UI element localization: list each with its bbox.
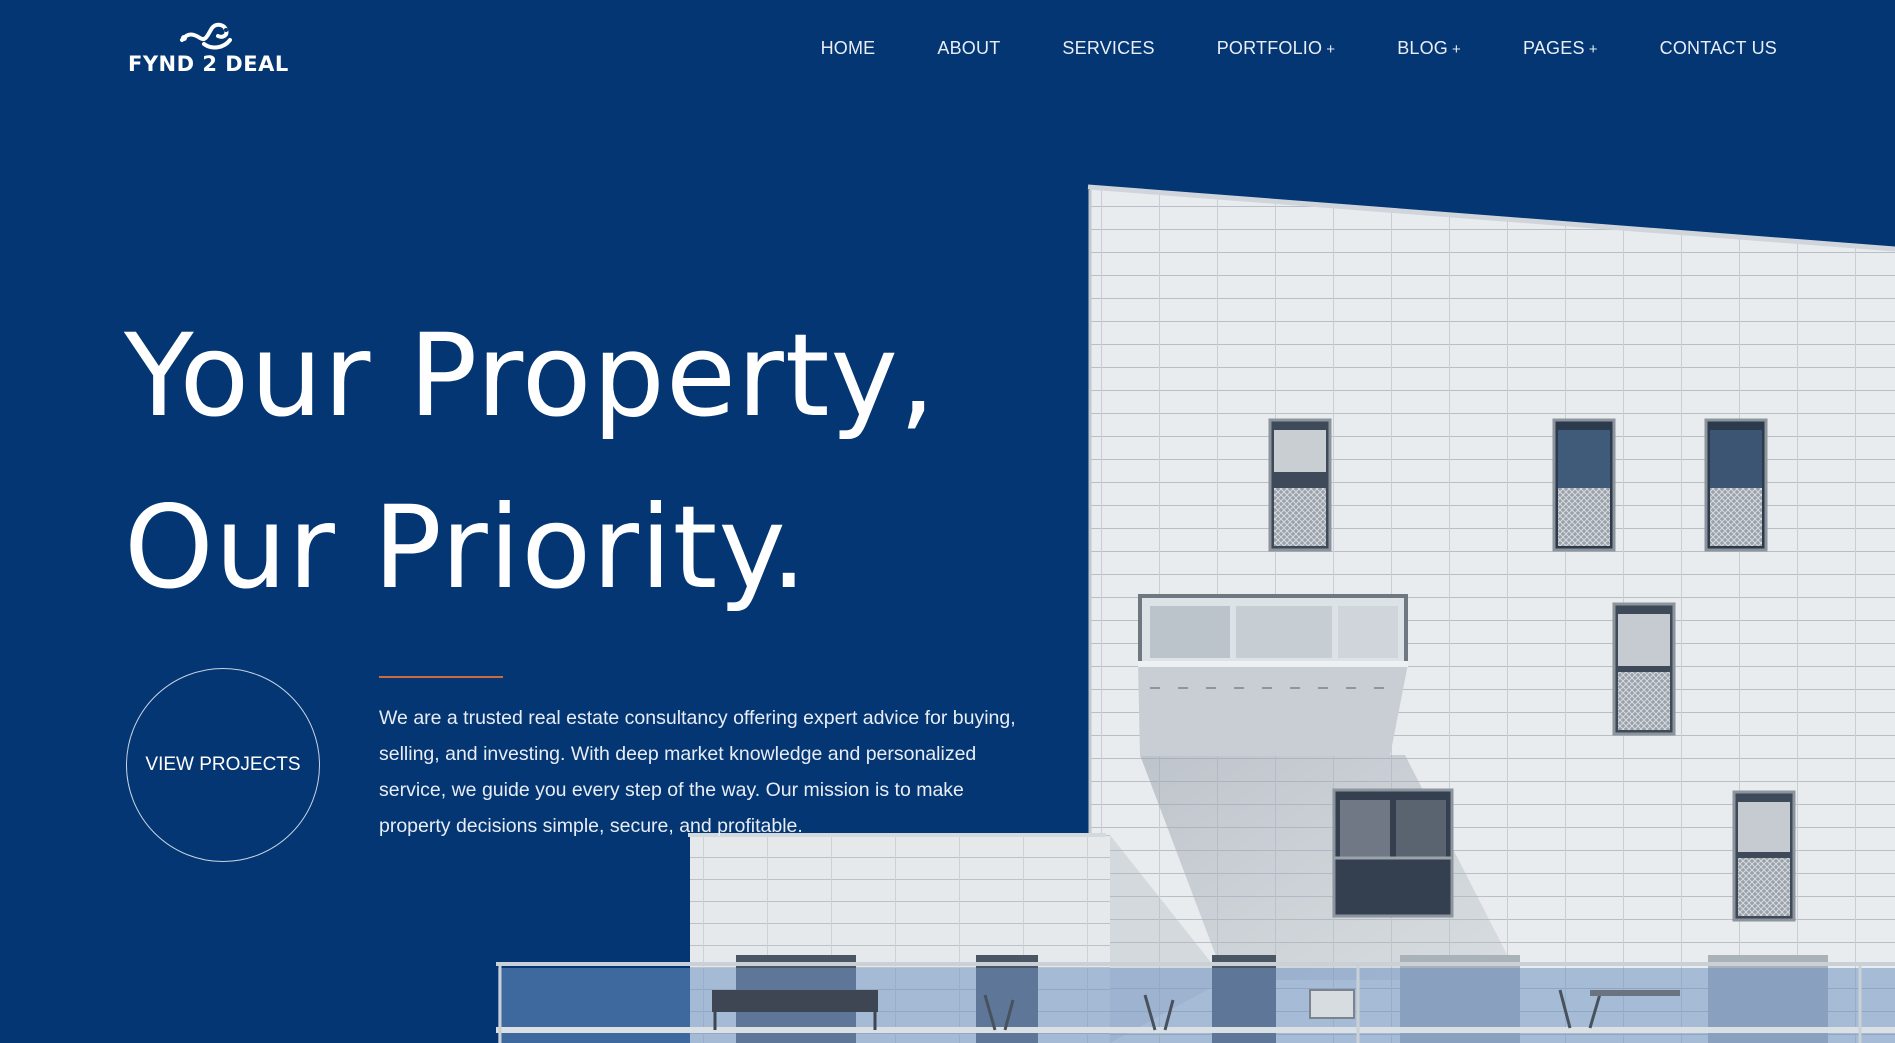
accent-divider (379, 676, 503, 678)
terrace-railing (496, 962, 1895, 1043)
hero-page: FYND 2 DEAL HOME ABOUT SERVICES PORTFOLI… (0, 0, 1895, 1043)
view-projects-label: VIEW PROJECTS (145, 754, 301, 775)
hero-description: We are a trusted real estate consultancy… (379, 707, 1016, 837)
hero-heading: Your Property, Our Priority. (124, 290, 936, 634)
hero-heading-line-2: Our Priority. (124, 481, 808, 614)
hero-heading-line-1: Your Property, (124, 309, 937, 442)
view-projects-button[interactable]: VIEW PROJECTS (126, 668, 320, 862)
balcony (1138, 594, 1408, 756)
